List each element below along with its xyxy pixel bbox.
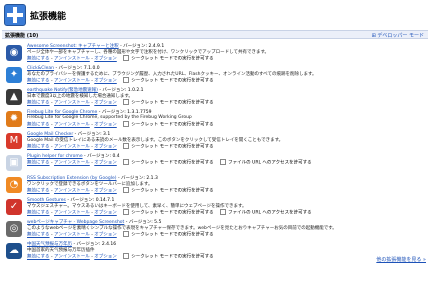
extension-item: ◎ webページキャプチャ - Webpage Screenshot - バージ… bbox=[0, 218, 430, 240]
smooth-gestures-icon: ✓ bbox=[6, 199, 22, 215]
disable-link[interactable]: 無効にする bbox=[27, 233, 50, 238]
extension-actions: 無効にする - アンインストール - オプション シークレット モードでの実行を… bbox=[27, 231, 214, 238]
developer-mode-toggle[interactable]: ⊞ デベロッパー モード bbox=[372, 32, 424, 39]
extension-item: ◉ Awesome Screenshot: キャプチャーと注釈 - バージョン:… bbox=[0, 42, 430, 64]
incognito-checkbox[interactable] bbox=[123, 159, 130, 165]
options-link[interactable]: オプション bbox=[94, 145, 117, 150]
incognito-checkbox[interactable] bbox=[123, 209, 130, 215]
gmail-checker-icon: M bbox=[6, 133, 22, 149]
extension-item: ✦ Click&Clean - バージョン: 7.1.0.0 あなたのプライバシ… bbox=[0, 64, 430, 86]
extension-list: ◉ Awesome Screenshot: キャプチャーと注釈 - バージョン:… bbox=[0, 42, 430, 262]
extension-item: ✓ Smooth Gestures - バージョン: 0.14.7.1 マウスジ… bbox=[0, 196, 430, 218]
incognito-label: シークレット モードでの実行を許可する bbox=[131, 232, 214, 238]
disable-link[interactable]: 無効にする bbox=[27, 211, 50, 216]
uninstall-link[interactable]: アンインストール bbox=[54, 255, 90, 260]
file-access-label: ファイルの URL へのアクセスを許可する bbox=[228, 160, 312, 166]
options-link[interactable]: オプション bbox=[94, 189, 117, 194]
firebug-icon: ✹ bbox=[6, 111, 22, 127]
incognito-label: シークレット モードでの実行を許可する bbox=[131, 144, 214, 150]
incognito-checkbox[interactable] bbox=[123, 121, 130, 127]
extension-description: Firebug Lite for Google Chrome, supporte… bbox=[27, 115, 192, 120]
options-link[interactable]: オプション bbox=[94, 101, 117, 106]
incognito-checkbox[interactable] bbox=[123, 55, 130, 61]
incognito-label: シークレット モードでの実行を許可する bbox=[131, 254, 214, 260]
disable-link[interactable]: 無効にする bbox=[27, 123, 50, 128]
uninstall-link[interactable]: アンインストール bbox=[54, 57, 90, 62]
disable-link[interactable]: 無効にする bbox=[27, 101, 50, 106]
extension-item: ◔ RSS Subscription Extension (by Google)… bbox=[0, 174, 430, 196]
uninstall-link[interactable]: アンインストール bbox=[54, 145, 90, 150]
options-link[interactable]: オプション bbox=[94, 123, 117, 128]
options-link[interactable]: オプション bbox=[94, 255, 117, 260]
uninstall-link[interactable]: アンインストール bbox=[54, 211, 90, 216]
extension-item: ✹ Firebug Lite for Google Chrome - バージョン… bbox=[0, 108, 430, 130]
incognito-label: シークレット モードでの実行を許可する bbox=[131, 188, 214, 194]
china-weather-icon: ☁ bbox=[6, 243, 22, 259]
extension-actions: 無効にする - アンインストール - オプション シークレット モードでの実行を… bbox=[27, 99, 214, 106]
extensions-puzzle-icon bbox=[4, 4, 26, 26]
incognito-label: シークレット モードでの実行を許可する bbox=[131, 160, 214, 166]
extension-item: M Google Mail Checker - バージョン: 3.1 Googl… bbox=[0, 130, 430, 152]
uninstall-link[interactable]: アンインストール bbox=[54, 101, 90, 106]
webpage-screenshot-icon: ◎ bbox=[6, 221, 22, 237]
options-link[interactable]: オプション bbox=[94, 57, 117, 62]
disable-link[interactable]: 無効にする bbox=[27, 255, 50, 260]
disable-link[interactable]: 無効にする bbox=[27, 145, 50, 150]
extension-actions: 無効にする - アンインストール - オプション シークレット モードでの実行を… bbox=[27, 143, 214, 150]
uninstall-link[interactable]: アンインストール bbox=[54, 189, 90, 194]
extension-actions: 無効にする - アンインストール - オプション シークレット モードでの実行を… bbox=[27, 159, 312, 166]
options-link[interactable]: オプション bbox=[94, 79, 117, 84]
more-extensions-link[interactable]: 他の拡張機能を見る » bbox=[376, 256, 426, 263]
extension-actions: 無効にする - アンインストール - オプション シークレット モードでの実行を… bbox=[27, 187, 214, 194]
section-title: 拡張機能 (10) bbox=[5, 33, 39, 39]
earthquake-notify-icon: ▲ bbox=[6, 89, 22, 105]
options-link[interactable]: オプション bbox=[94, 211, 117, 216]
disable-link[interactable]: 無効にする bbox=[27, 57, 50, 62]
extension-item: ▣ Plugin helper for chrome - バージョン: 0.4 … bbox=[0, 152, 430, 174]
extension-actions: 無効にする - アンインストール - オプション シークレット モードでの実行を… bbox=[27, 209, 312, 216]
disable-link[interactable]: 無効にする bbox=[27, 79, 50, 84]
file-access-label: ファイルの URL へのアクセスを許可する bbox=[228, 210, 312, 216]
uninstall-link[interactable]: アンインストール bbox=[54, 123, 90, 128]
page-title: 拡張機能 bbox=[30, 12, 67, 22]
extension-actions: 無効にする - アンインストール - オプション シークレット モードでの実行を… bbox=[27, 121, 214, 128]
incognito-label: シークレット モードでの実行を許可する bbox=[131, 56, 214, 62]
page-header: 拡張機能 bbox=[0, 0, 430, 30]
rss-icon: ◔ bbox=[6, 177, 22, 193]
file-access-checkbox[interactable] bbox=[220, 159, 227, 165]
incognito-checkbox[interactable] bbox=[123, 143, 130, 149]
incognito-label: シークレット モードでの実行を許可する bbox=[131, 100, 214, 106]
uninstall-link[interactable]: アンインストール bbox=[54, 79, 90, 84]
incognito-checkbox[interactable] bbox=[123, 253, 130, 259]
extension-actions: 無効にする - アンインストール - オプション シークレット モードでの実行を… bbox=[27, 253, 214, 260]
incognito-checkbox[interactable] bbox=[123, 231, 130, 237]
options-link[interactable]: オプション bbox=[94, 233, 117, 238]
disable-link[interactable]: 無効にする bbox=[27, 161, 50, 166]
uninstall-link[interactable]: アンインストール bbox=[54, 233, 90, 238]
awesome-screenshot-icon: ◉ bbox=[6, 45, 22, 61]
section-bar: 拡張機能 (10) ⊞ デベロッパー モード bbox=[2, 30, 428, 39]
extension-actions: 無効にする - アンインストール - オプション シークレット モードでの実行を… bbox=[27, 55, 214, 62]
uninstall-link[interactable]: アンインストール bbox=[54, 161, 90, 166]
incognito-checkbox[interactable] bbox=[123, 77, 130, 83]
incognito-label: シークレット モードでの実行を許可する bbox=[131, 122, 214, 128]
extension-actions: 無効にする - アンインストール - オプション シークレット モードでの実行を… bbox=[27, 77, 214, 84]
extension-item: ☁ 中国天气预报与万年历 - バージョン: 2.4.16 中国首家的天气预报与万… bbox=[0, 240, 430, 262]
incognito-label: シークレット モードでの実行を許可する bbox=[131, 78, 214, 84]
options-link[interactable]: オプション bbox=[94, 161, 117, 166]
incognito-checkbox[interactable] bbox=[123, 99, 130, 105]
disable-link[interactable]: 無効にする bbox=[27, 189, 50, 194]
extension-item: ▲ earthquake Notify(緊急地震速報) - バージョン: 1.0… bbox=[0, 86, 430, 108]
plugin-helper-icon: ▣ bbox=[6, 155, 22, 171]
file-access-checkbox[interactable] bbox=[220, 209, 227, 215]
click-and-clean-icon: ✦ bbox=[6, 67, 22, 83]
incognito-label: シークレット モードでの実行を許可する bbox=[131, 210, 214, 216]
incognito-checkbox[interactable] bbox=[123, 187, 130, 193]
